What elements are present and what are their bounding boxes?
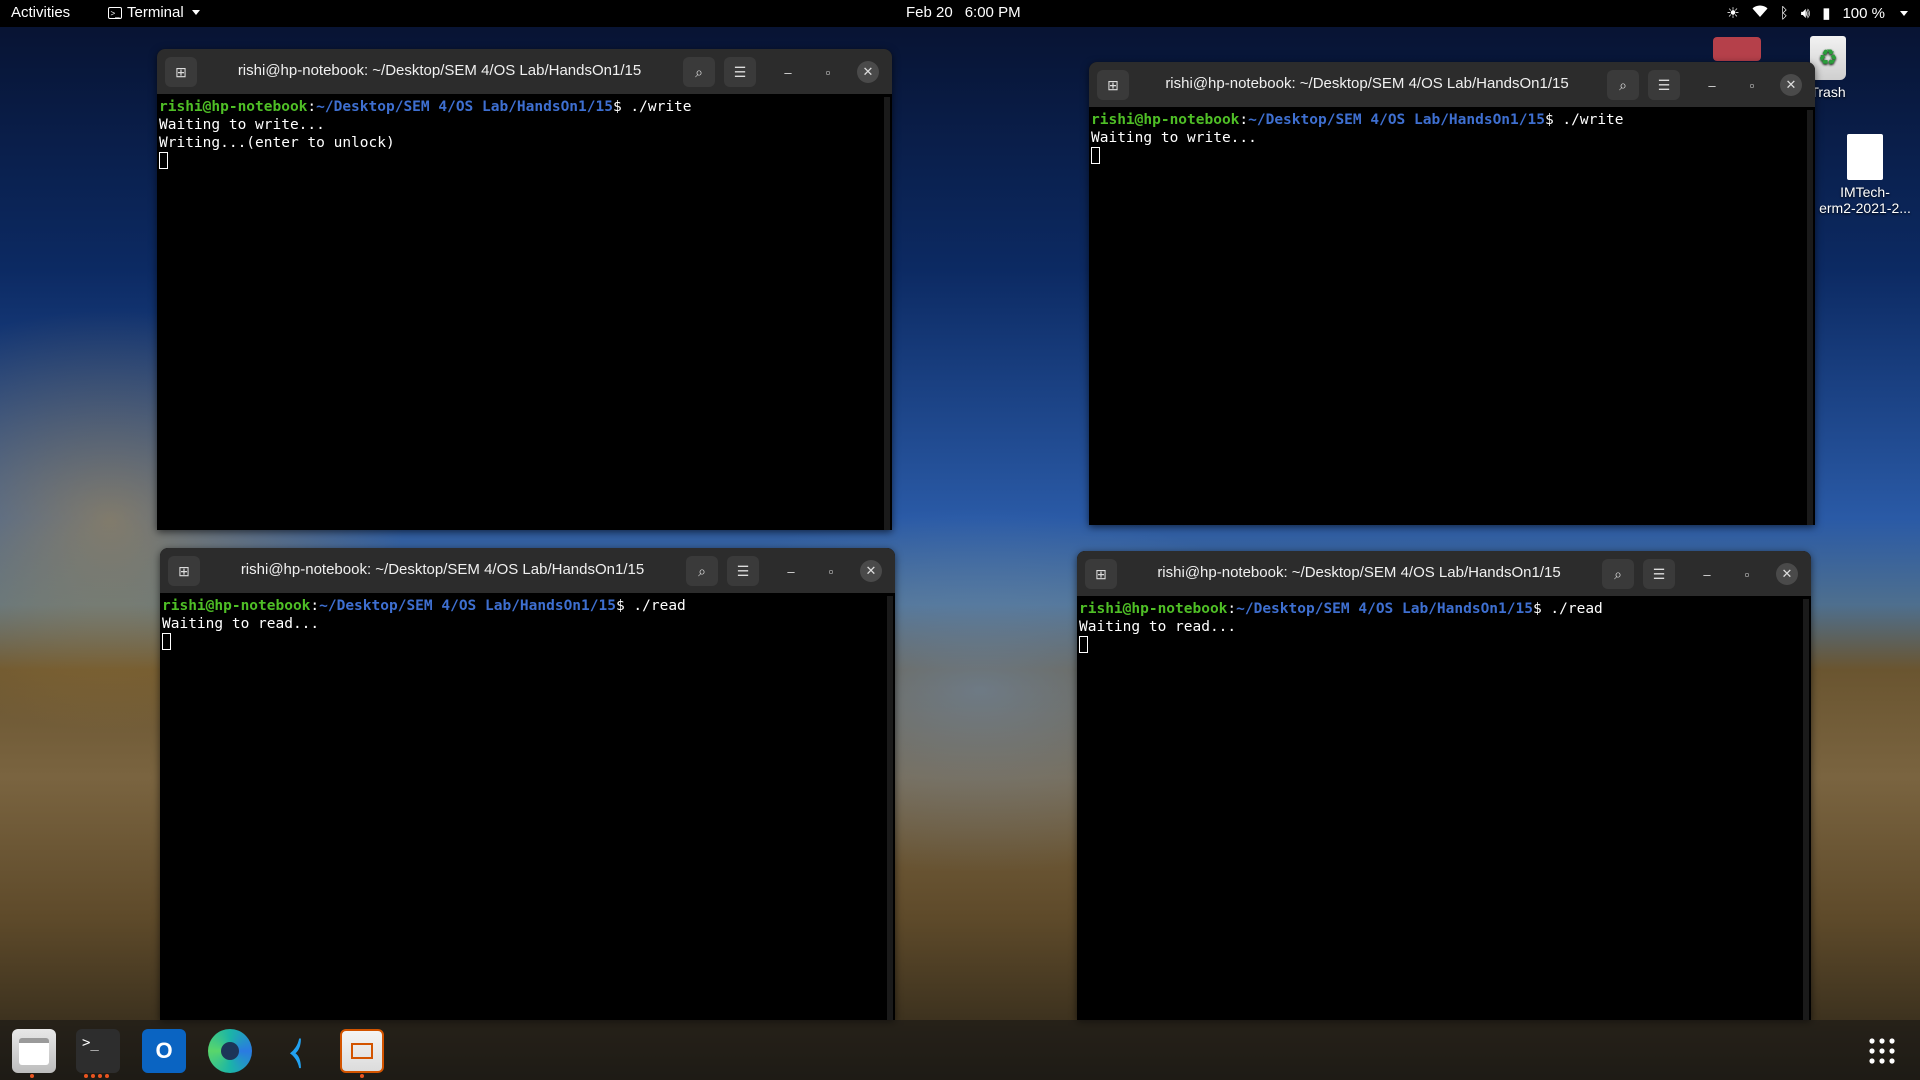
terminal-output[interactable]: rishi@hp-notebook:~/Desktop/SEM 4/OS Lab… [1077, 596, 1811, 658]
terminal-window-3[interactable]: ⊞ rishi@hp-notebook: ~/Desktop/SEM 4/OS … [160, 548, 895, 1020]
minimize-icon[interactable]: – [777, 61, 799, 83]
bluetooth-icon: ᛒ [1779, 4, 1789, 22]
system-tray[interactable]: ☀ ᛒ 🔊︎ ▮ 100 % [1726, 4, 1908, 22]
clock-time: 6:00 PM [964, 4, 1021, 21]
impress-icon[interactable] [340, 1029, 384, 1073]
prompt-path: ~/Desktop/SEM 4/OS Lab/HandsOn1/15 [316, 99, 613, 115]
output-line: Waiting to read... [162, 616, 320, 632]
chevron-down-icon [1900, 10, 1908, 16]
terminal-window-2[interactable]: ⊞ rishi@hp-notebook: ~/Desktop/SEM 4/OS … [1089, 62, 1815, 525]
text-cursor [1079, 636, 1088, 653]
maximize-icon[interactable]: ▫ [817, 61, 839, 83]
prompt-user: rishi@hp-notebook [162, 598, 311, 614]
dock: >_ O ⧼ [0, 1020, 1920, 1080]
window-title: rishi@hp-notebook: ~/Desktop/SEM 4/OS La… [1157, 564, 1561, 581]
text-cursor [1091, 147, 1100, 164]
new-tab-icon[interactable]: ⊞ [165, 57, 197, 87]
terminal-output[interactable]: rishi@hp-notebook:~/Desktop/SEM 4/OS Lab… [157, 94, 892, 174]
volume-icon: 🔊︎ [1800, 4, 1811, 22]
wifi-icon [1752, 5, 1768, 22]
prompt-user: rishi@hp-notebook [159, 99, 308, 115]
text-cursor [159, 152, 168, 169]
clock[interactable]: Feb 20 6:00 PM [906, 4, 1021, 21]
search-icon[interactable]: ⌕ [683, 57, 715, 87]
folder-icon[interactable] [1713, 37, 1761, 61]
trash-icon: ♻ [1810, 36, 1846, 80]
maximize-icon[interactable]: ▫ [1741, 74, 1763, 96]
outlook-icon[interactable]: O [142, 1029, 186, 1073]
output-line: Waiting to write... [159, 117, 325, 133]
vscode-icon[interactable]: ⧼ [274, 1029, 318, 1073]
terminal-header[interactable]: ⊞ rishi@hp-notebook: ~/Desktop/SEM 4/OS … [1089, 62, 1815, 107]
output-line: Waiting to read... [1079, 619, 1237, 635]
command: $ ./read [615, 598, 686, 614]
running-indicator [84, 1074, 109, 1078]
terminal-output[interactable]: rishi@hp-notebook:~/Desktop/SEM 4/OS Lab… [160, 593, 895, 655]
window-title: rishi@hp-notebook: ~/Desktop/SEM 4/OS La… [1165, 75, 1569, 92]
chevron-down-icon [191, 10, 200, 15]
menu-icon[interactable]: ☰ [1648, 70, 1680, 100]
close-icon[interactable]: ✕ [1776, 563, 1798, 585]
minimize-icon[interactable]: – [780, 560, 802, 582]
scrollbar[interactable] [884, 97, 890, 530]
terminal-header[interactable]: ⊞ rishi@hp-notebook: ~/Desktop/SEM 4/OS … [1077, 551, 1811, 596]
terminal-window-1[interactable]: ⊞ rishi@hp-notebook: ~/Desktop/SEM 4/OS … [157, 49, 892, 530]
text-cursor [162, 633, 171, 650]
close-icon[interactable]: ✕ [860, 560, 882, 582]
battery-level: 100 % [1842, 4, 1885, 22]
output-line: Waiting to write... [1091, 130, 1257, 146]
edge-icon[interactable] [208, 1029, 252, 1073]
running-indicator [360, 1074, 364, 1078]
app-menu[interactable]: >_ Terminal [108, 4, 200, 21]
output-line: Writing...(enter to unlock) [159, 135, 395, 151]
window-title: rishi@hp-notebook: ~/Desktop/SEM 4/OS La… [237, 62, 642, 79]
file-label-line1: IMTech- [1840, 184, 1890, 200]
clock-date: Feb 20 [906, 4, 953, 21]
new-tab-icon[interactable]: ⊞ [1085, 559, 1117, 589]
prompt-user: rishi@hp-notebook [1091, 112, 1240, 128]
prompt-path: ~/Desktop/SEM 4/OS Lab/HandsOn1/15 [1248, 112, 1545, 128]
files-icon[interactable] [12, 1029, 56, 1073]
terminal-header[interactable]: ⊞ rishi@hp-notebook: ~/Desktop/SEM 4/OS … [160, 548, 895, 593]
menu-icon[interactable]: ☰ [724, 57, 756, 87]
search-icon[interactable]: ⌕ [1607, 70, 1639, 100]
prompt-user: rishi@hp-notebook [1079, 601, 1228, 617]
brightness-icon: ☀ [1726, 5, 1740, 22]
scrollbar[interactable] [1807, 110, 1813, 525]
terminal-header[interactable]: ⊞ rishi@hp-notebook: ~/Desktop/SEM 4/OS … [157, 49, 892, 94]
running-indicator [30, 1074, 34, 1078]
scrollbar[interactable] [1803, 599, 1809, 1020]
minimize-icon[interactable]: – [1696, 563, 1718, 585]
terminal-output[interactable]: rishi@hp-notebook:~/Desktop/SEM 4/OS Lab… [1089, 107, 1815, 169]
command: $ ./write [612, 99, 692, 115]
file-label-line2: erm2-2021-2... [1819, 200, 1911, 216]
battery-icon: ▮ [1822, 5, 1831, 22]
activities-button[interactable]: Activities [11, 4, 70, 21]
new-tab-icon[interactable]: ⊞ [1097, 70, 1129, 100]
maximize-icon[interactable]: ▫ [820, 560, 842, 582]
minimize-icon[interactable]: – [1701, 74, 1723, 96]
menu-icon[interactable]: ☰ [1643, 559, 1675, 589]
close-icon[interactable]: ✕ [1780, 74, 1802, 96]
close-icon[interactable]: ✕ [857, 61, 879, 83]
new-tab-icon[interactable]: ⊞ [168, 556, 200, 586]
menu-icon[interactable]: ☰ [727, 556, 759, 586]
window-title: rishi@hp-notebook: ~/Desktop/SEM 4/OS La… [240, 561, 645, 578]
prompt-path: ~/Desktop/SEM 4/OS Lab/HandsOn1/15 [319, 598, 616, 614]
scrollbar[interactable] [887, 596, 893, 1020]
search-icon[interactable]: ⌕ [686, 556, 718, 586]
document-icon [1847, 134, 1883, 180]
desktop-file[interactable]: IMTech- erm2-2021-2... [1810, 134, 1920, 216]
terminal-icon[interactable]: >_ [76, 1029, 120, 1073]
terminal-window-4[interactable]: ⊞ rishi@hp-notebook: ~/Desktop/SEM 4/OS … [1077, 551, 1811, 1020]
prompt-path: ~/Desktop/SEM 4/OS Lab/HandsOn1/15 [1236, 601, 1533, 617]
command: $ ./write [1544, 112, 1624, 128]
show-applications-icon[interactable] [1860, 1029, 1904, 1073]
app-menu-label: Terminal [127, 4, 184, 21]
terminal-app-icon: >_ [108, 6, 122, 19]
maximize-icon[interactable]: ▫ [1736, 563, 1758, 585]
command: $ ./read [1532, 601, 1603, 617]
top-bar: Activities >_ Terminal Feb 20 6:00 PM ☀ … [0, 0, 1920, 27]
search-icon[interactable]: ⌕ [1602, 559, 1634, 589]
